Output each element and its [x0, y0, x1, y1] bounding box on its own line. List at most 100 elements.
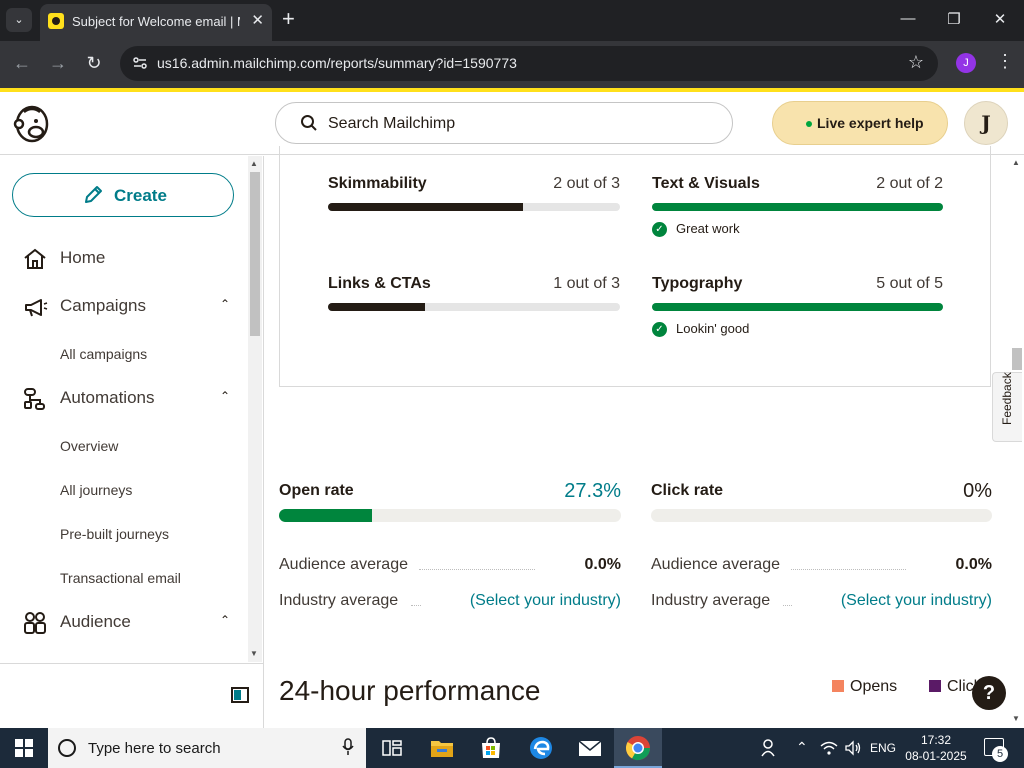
sidebar-divider — [0, 663, 263, 664]
open-industry-average-row: Industry average (Select your industry) — [279, 592, 621, 612]
sidebar-scrollbar-thumb[interactable] — [250, 172, 260, 336]
edge-browser-icon[interactable] — [527, 734, 555, 762]
click-rate-label: Click rate — [651, 482, 724, 499]
metric-note: Lookin' good — [676, 321, 750, 336]
scroll-up-arrow-icon[interactable]: ▲ — [1012, 158, 1020, 167]
new-tab-button[interactable]: + — [282, 8, 295, 30]
clock-time: 17:32 — [920, 733, 952, 747]
metric-score: 5 out of 5 — [876, 275, 943, 292]
automation-icon — [24, 388, 45, 410]
legend-label-opens[interactable]: Opens — [850, 678, 897, 696]
input-language[interactable]: ENG — [870, 741, 896, 755]
volume-icon[interactable] — [844, 740, 862, 756]
online-status-icon — [806, 121, 812, 127]
forward-button[interactable]: → — [46, 53, 70, 74]
microphone-icon[interactable] — [342, 738, 354, 756]
dotted-leader — [791, 569, 906, 570]
search-icon — [301, 115, 317, 131]
account-avatar[interactable]: J — [964, 101, 1008, 145]
back-button[interactable]: ← — [10, 53, 34, 74]
metric-progress-track — [328, 203, 620, 211]
sidebar-item-label: Audience — [60, 612, 131, 631]
mail-app-icon[interactable] — [576, 734, 604, 762]
microsoft-store-icon[interactable] — [477, 734, 505, 762]
taskbar-search-input[interactable]: Type here to search — [48, 728, 366, 768]
tab-search-button[interactable]: ⌄ — [6, 8, 32, 32]
metric-progress-track — [328, 303, 620, 311]
scroll-down-arrow-icon[interactable]: ▼ — [250, 649, 258, 658]
tab-close-icon[interactable]: ✕ — [251, 12, 264, 30]
create-label: Create — [114, 186, 167, 205]
select-industry-link[interactable]: (Select your industry) — [463, 592, 621, 610]
people-icon[interactable] — [760, 738, 780, 758]
chrome-browser-icon[interactable] — [624, 734, 652, 762]
audience-average-label: Audience average — [651, 556, 786, 574]
check-circle-icon: ✓ — [652, 222, 667, 237]
system-clock[interactable]: 17:32 08-01-2025 — [904, 732, 968, 764]
windows-start-icon[interactable] — [15, 739, 33, 757]
main-scrollbar-thumb[interactable] — [1012, 348, 1022, 370]
main-scrollbar[interactable]: ▲ ▼ — [1008, 156, 1024, 728]
search-input[interactable]: Search Mailchimp — [275, 102, 733, 144]
mailchimp-logo-icon[interactable] — [12, 102, 52, 144]
open-rate-label: Open rate — [279, 482, 354, 499]
reload-button[interactable]: ↻ — [82, 53, 106, 74]
sidebar-subitem-all-journeys[interactable]: All journeys — [60, 482, 132, 498]
scroll-down-arrow-icon[interactable]: ▼ — [1012, 714, 1020, 723]
network-icon[interactable] — [820, 740, 838, 756]
sidebar-subitem-transactional-email[interactable]: Transactional email — [60, 570, 181, 586]
feedback-tab[interactable]: Feedback — [992, 372, 1022, 442]
metric-skimmability: Skimmability 2 out of 3 — [328, 175, 620, 215]
metric-progress-track — [652, 303, 943, 311]
click-rate-track — [651, 509, 992, 522]
metric-name: Links & CTAs — [328, 275, 431, 292]
sidebar-item-campaigns[interactable]: Campaigns ⌃ — [22, 293, 242, 321]
chevron-up-icon[interactable]: ⌃ — [220, 389, 230, 403]
maximize-button[interactable]: ❐ — [942, 10, 966, 28]
click-industry-average-row: Industry average (Select your industry) — [651, 592, 992, 612]
window-close-button[interactable]: ✕ — [988, 10, 1012, 28]
browser-tab-bar: ⌄ Subject for Welcome email | Mailchimp … — [0, 0, 1024, 41]
show-hidden-icons-chevron-icon[interactable]: ⌃ — [796, 739, 808, 756]
metric-links-ctas: Links & CTAs 1 out of 3 — [328, 275, 620, 315]
create-button[interactable]: Create — [12, 173, 234, 217]
bookmark-star-icon[interactable]: ☆ — [908, 52, 924, 73]
sidebar-item-automations[interactable]: Automations ⌃ — [22, 385, 242, 413]
minimize-button[interactable]: — — [896, 10, 920, 27]
chevron-up-icon[interactable]: ⌃ — [220, 297, 230, 311]
browser-toolbar: ← → ↻ us16.admin.mailchimp.com/reports/s… — [0, 41, 1024, 88]
legend-swatch-opens — [832, 680, 844, 692]
click-audience-average-row: Audience average 0.0% — [651, 556, 992, 576]
sidebar-scrollbar[interactable]: ▲ ▼ — [248, 156, 262, 662]
audience-average-label: Audience average — [279, 556, 414, 574]
sidebar-item-audience[interactable]: Audience ⌃ — [22, 609, 242, 637]
home-icon — [24, 248, 46, 269]
metric-name: Text & Visuals — [652, 175, 760, 192]
live-expert-help-button[interactable]: Live expert help — [772, 101, 948, 145]
sidebar-item-home[interactable]: Home — [22, 245, 242, 273]
chevron-up-icon[interactable]: ⌃ — [220, 613, 230, 627]
content-insights-card: Skimmability 2 out of 3 Text & Visuals 2… — [279, 146, 991, 387]
sidebar-subitem-pre-built-journeys[interactable]: Pre-built journeys — [60, 526, 169, 542]
url-text[interactable]: us16.admin.mailchimp.com/reports/summary… — [157, 55, 517, 71]
live-expert-help-label: Live expert help — [817, 115, 924, 131]
sidebar-subitem-all-campaigns[interactable]: All campaigns — [60, 346, 147, 362]
browser-profile-avatar[interactable]: J — [956, 53, 976, 73]
windows-taskbar: Type here to search ⌃ ENG 17:32 08-01-20… — [0, 728, 1024, 768]
sidebar-item-label: Campaigns — [60, 296, 146, 315]
task-view-icon[interactable] — [378, 734, 406, 762]
browser-tab[interactable]: Subject for Welcome email | Mailchimp ✕ — [40, 4, 272, 41]
browser-menu-icon[interactable]: ⋮ — [996, 51, 1014, 72]
sidebar-subitem-overview[interactable]: Overview — [60, 438, 118, 454]
scroll-up-arrow-icon[interactable]: ▲ — [250, 159, 258, 168]
legend-swatch-clicks — [929, 680, 941, 692]
open-audience-average-row: Audience average 0.0% — [279, 556, 621, 576]
select-industry-link[interactable]: (Select your industry) — [834, 592, 992, 610]
site-info-icon[interactable] — [132, 55, 148, 71]
metric-note: Great work — [676, 221, 740, 236]
notification-count-badge: 5 — [992, 746, 1008, 762]
file-explorer-icon[interactable] — [428, 734, 456, 762]
address-bar[interactable]: us16.admin.mailchimp.com/reports/summary… — [120, 46, 938, 81]
help-button[interactable]: ? — [972, 676, 1006, 710]
collapse-sidebar-icon[interactable] — [231, 687, 249, 703]
